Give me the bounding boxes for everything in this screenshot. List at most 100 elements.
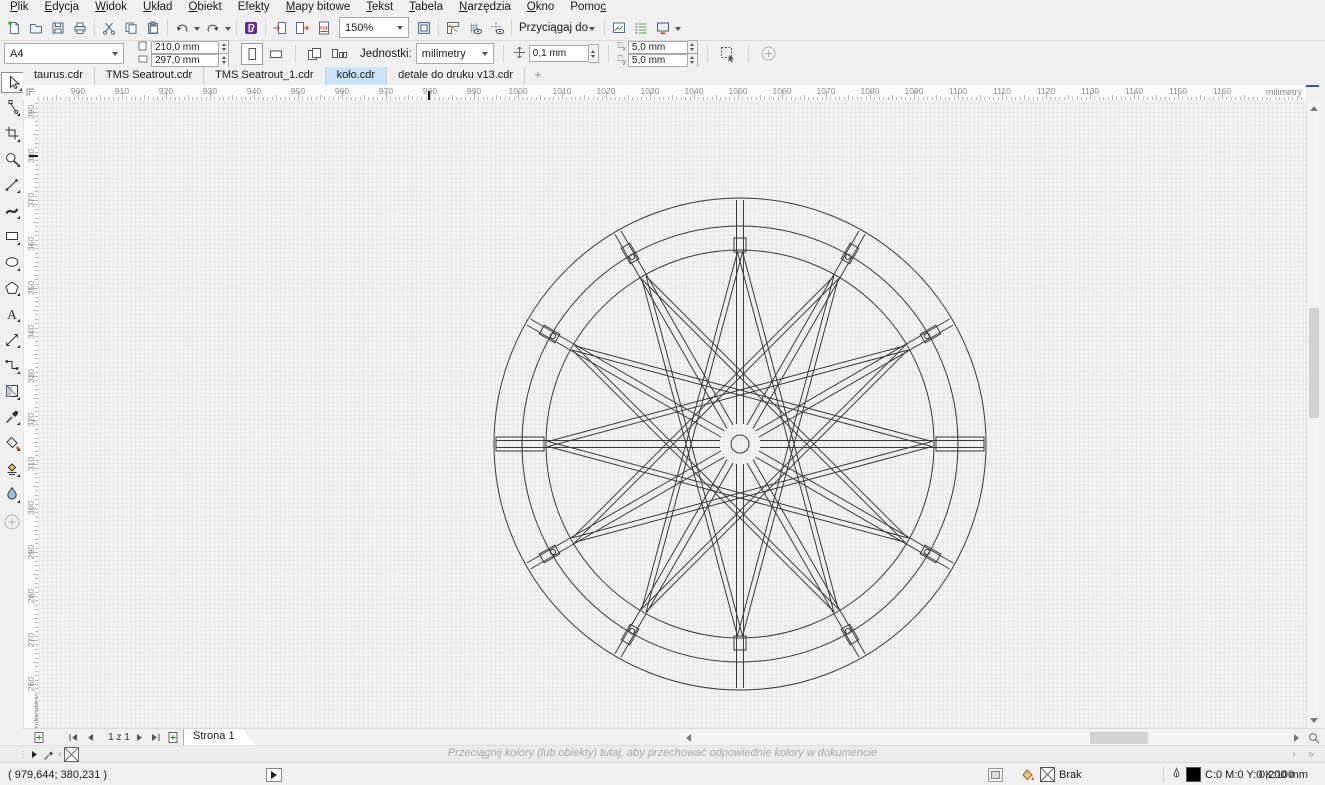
previous-page-button[interactable] [83, 730, 97, 745]
add-control-icon[interactable] [758, 43, 780, 65]
guidelines-button[interactable] [486, 17, 508, 39]
chevron-down-icon[interactable] [194, 27, 200, 34]
menu-efekty[interactable]: Efekty [230, 0, 278, 15]
duplicate-y-spinner[interactable] [688, 53, 698, 68]
horizontal-scrollbar-thumb[interactable] [1090, 732, 1148, 744]
grid-button[interactable] [464, 17, 486, 39]
page-width-field[interactable]: 210,0 mm [151, 41, 219, 54]
menu-tabela[interactable]: Tabela [401, 0, 451, 15]
print-button[interactable] [69, 17, 91, 39]
vertical-ruler[interactable]: 2602702802903003103203303403503603703803… [24, 100, 39, 728]
smart-fill-tool[interactable] [2, 459, 21, 478]
outline-status-icon[interactable] [1171, 763, 1182, 785]
doc-tab-tms-seatrout-cdr[interactable]: TMS Seatrout.cdr [95, 67, 204, 85]
vertical-scrollbar-thumb[interactable] [1309, 308, 1319, 418]
landscape-orientation-button[interactable] [265, 43, 287, 65]
vertical-scrollbar[interactable] [1306, 100, 1320, 728]
rectangle-tool[interactable] [2, 227, 21, 246]
palette-scroll-right-icon[interactable]: › [1289, 747, 1299, 762]
zoom-corner-button[interactable] [1306, 730, 1321, 745]
horizontal-scrollbar[interactable] [680, 730, 1306, 745]
all-pages-button[interactable] [304, 43, 326, 65]
transparency-tool[interactable] [2, 382, 21, 401]
save-button[interactable] [47, 17, 69, 39]
preview-button[interactable] [652, 17, 674, 39]
nudge-spinner[interactable] [589, 44, 599, 63]
doc-tab-ko-o-cdr[interactable]: koło.cdr [326, 67, 388, 85]
crop-tool[interactable] [2, 124, 21, 143]
dimension-tool[interactable] [2, 330, 21, 349]
horizontal-ruler[interactable]: 9009109209309409509609709809901000101010… [38, 85, 1306, 101]
chevron-down-icon[interactable] [675, 27, 681, 34]
snap-to-dropdown[interactable]: Przyciągaj do [515, 17, 601, 39]
duplicate-x-field[interactable]: 5,0 mm [628, 41, 688, 54]
fill-tool[interactable] [2, 485, 21, 504]
menu-plik[interactable]: Plik [2, 0, 37, 15]
page-tab[interactable]: Strona 1 [183, 729, 256, 746]
doc-tab-detale-do-druku-v13-cdr[interactable]: detale do druku v13.cdr [387, 67, 525, 85]
welcome-button[interactable] [240, 17, 262, 39]
drawing-canvas[interactable] [38, 100, 1306, 728]
nudge-distance-field[interactable]: 0,1 mm [529, 45, 589, 62]
export-button[interactable] [291, 17, 313, 39]
menu-obiekt[interactable]: Obiekt [180, 0, 229, 15]
fill-status-icon[interactable] [1020, 763, 1035, 785]
scroll-right-icon[interactable] [1292, 730, 1304, 745]
first-page-button[interactable] [66, 730, 80, 745]
menu-edycja[interactable]: Edycja [37, 0, 88, 15]
connector-tool[interactable] [2, 356, 21, 375]
polygon-tool[interactable] [2, 278, 21, 297]
ellipse-tool[interactable] [2, 253, 21, 272]
text-tool[interactable]: A [2, 304, 21, 323]
paste-button[interactable] [142, 17, 164, 39]
current-page-button[interactable] [328, 43, 350, 65]
doc-tab-taurus-cdr[interactable]: taurus.cdr [23, 67, 95, 85]
portrait-orientation-button[interactable] [241, 43, 263, 65]
copy-button[interactable] [120, 17, 142, 39]
page-size-select[interactable]: A4 [4, 43, 124, 64]
page-height-field[interactable]: 297,0 mm [151, 54, 219, 67]
menu-okno[interactable]: Okno [519, 0, 563, 15]
new-document-tab-button[interactable]: + [525, 67, 551, 85]
chevron-down-icon[interactable] [225, 27, 231, 34]
import-button[interactable] [269, 17, 291, 39]
object-properties-button[interactable] [630, 17, 652, 39]
menu-narz-dzia[interactable]: Narzędzia [451, 0, 519, 15]
menu-tekst[interactable]: Tekst [358, 0, 401, 15]
outline-color-swatch[interactable] [1186, 763, 1201, 785]
rulers-button[interactable] [442, 17, 464, 39]
next-page-button[interactable] [133, 730, 147, 745]
treat-as-filled-button[interactable] [717, 43, 739, 65]
add-tool-button[interactable] [2, 512, 21, 531]
artistic-media-tool[interactable] [2, 201, 21, 220]
redo-button[interactable] [202, 17, 224, 39]
shape-tool[interactable] [2, 98, 21, 117]
options-button[interactable] [608, 17, 630, 39]
open-button[interactable] [25, 17, 47, 39]
page-height-spinner[interactable] [219, 53, 229, 68]
units-select[interactable]: milimetry [416, 43, 494, 64]
pdf-button[interactable]: PDF [313, 17, 335, 39]
add-page-end-button[interactable] [165, 730, 181, 745]
menu-pomoc[interactable]: Pomoc [562, 0, 614, 15]
palette-expand-icon[interactable]: » [1305, 747, 1317, 762]
last-page-button[interactable] [149, 730, 163, 745]
ruler-origin-button[interactable] [23, 85, 39, 101]
fill-color-swatch[interactable] [1040, 763, 1055, 785]
new-document-button[interactable] [3, 17, 25, 39]
fullscreen-button[interactable] [413, 17, 435, 39]
zoom-tool[interactable] [2, 149, 21, 168]
add-page-start-button[interactable] [31, 730, 47, 745]
menu-mapy-bitowe[interactable]: Mapy bitowe [278, 0, 359, 15]
cut-button[interactable] [98, 17, 120, 39]
eyedropper-tool[interactable] [2, 407, 21, 426]
interactive-fill-tool[interactable] [2, 433, 21, 452]
pick-tool[interactable] [1, 72, 24, 93]
duplicate-y-field[interactable]: 5,0 mm [628, 54, 688, 67]
freehand-tool[interactable] [2, 175, 21, 194]
scroll-left-icon[interactable] [680, 730, 692, 745]
status-flyout-button[interactable] [266, 763, 282, 785]
undo-button[interactable] [171, 17, 193, 39]
doc-tab-tms-seatrout-1-cdr[interactable]: TMS Seatrout_1.cdr [204, 67, 325, 85]
zoom-level-select[interactable]: 150% [339, 17, 409, 38]
